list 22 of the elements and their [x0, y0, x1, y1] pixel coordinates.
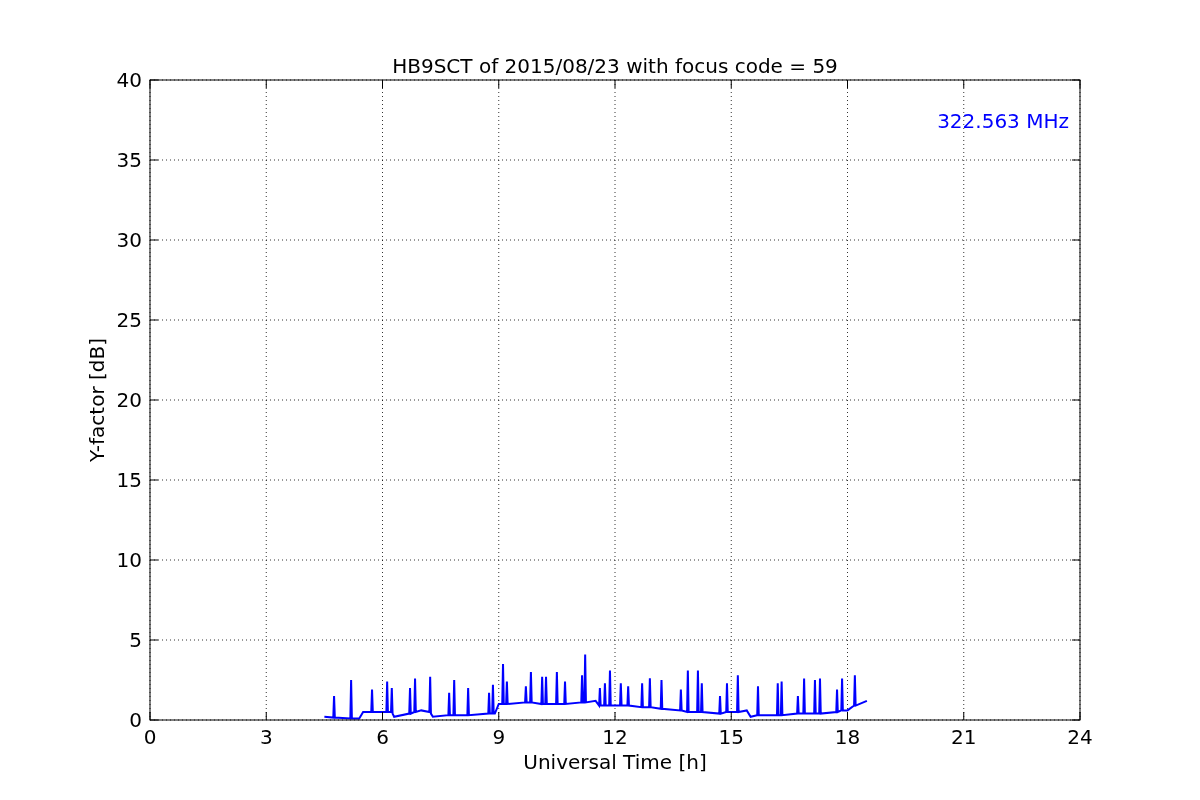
- y-tick-label: 10: [116, 548, 142, 572]
- x-tick-label: 3: [259, 725, 273, 749]
- chart-title: HB9SCT of 2015/08/23 with focus code = 59: [392, 54, 838, 78]
- x-axis-label: Universal Time [h]: [523, 750, 707, 774]
- y-tick-label: 5: [129, 628, 142, 652]
- y-tick-label: 0: [129, 708, 142, 732]
- x-tick-label: 18: [834, 725, 861, 749]
- x-tick-label: 24: [1067, 725, 1093, 749]
- x-tick-label: 6: [376, 725, 389, 749]
- x-tick-label: 9: [492, 725, 506, 749]
- y-tick-label: 30: [116, 228, 142, 252]
- series-label: 322.563 MHz: [937, 109, 1069, 133]
- x-tick-label: 21: [951, 725, 977, 749]
- y-tick-label: 35: [116, 148, 142, 172]
- x-tick-label: 12: [602, 725, 628, 749]
- x-tick-label: 15: [718, 725, 744, 749]
- y-tick-label: 25: [116, 308, 142, 332]
- y-tick-label: 15: [116, 468, 142, 492]
- x-tick-label: 0: [143, 725, 157, 749]
- y-tick-label: 40: [116, 68, 142, 92]
- y-axis-label: Y-factor [dB]: [85, 338, 109, 462]
- y-tick-label: 20: [116, 388, 142, 412]
